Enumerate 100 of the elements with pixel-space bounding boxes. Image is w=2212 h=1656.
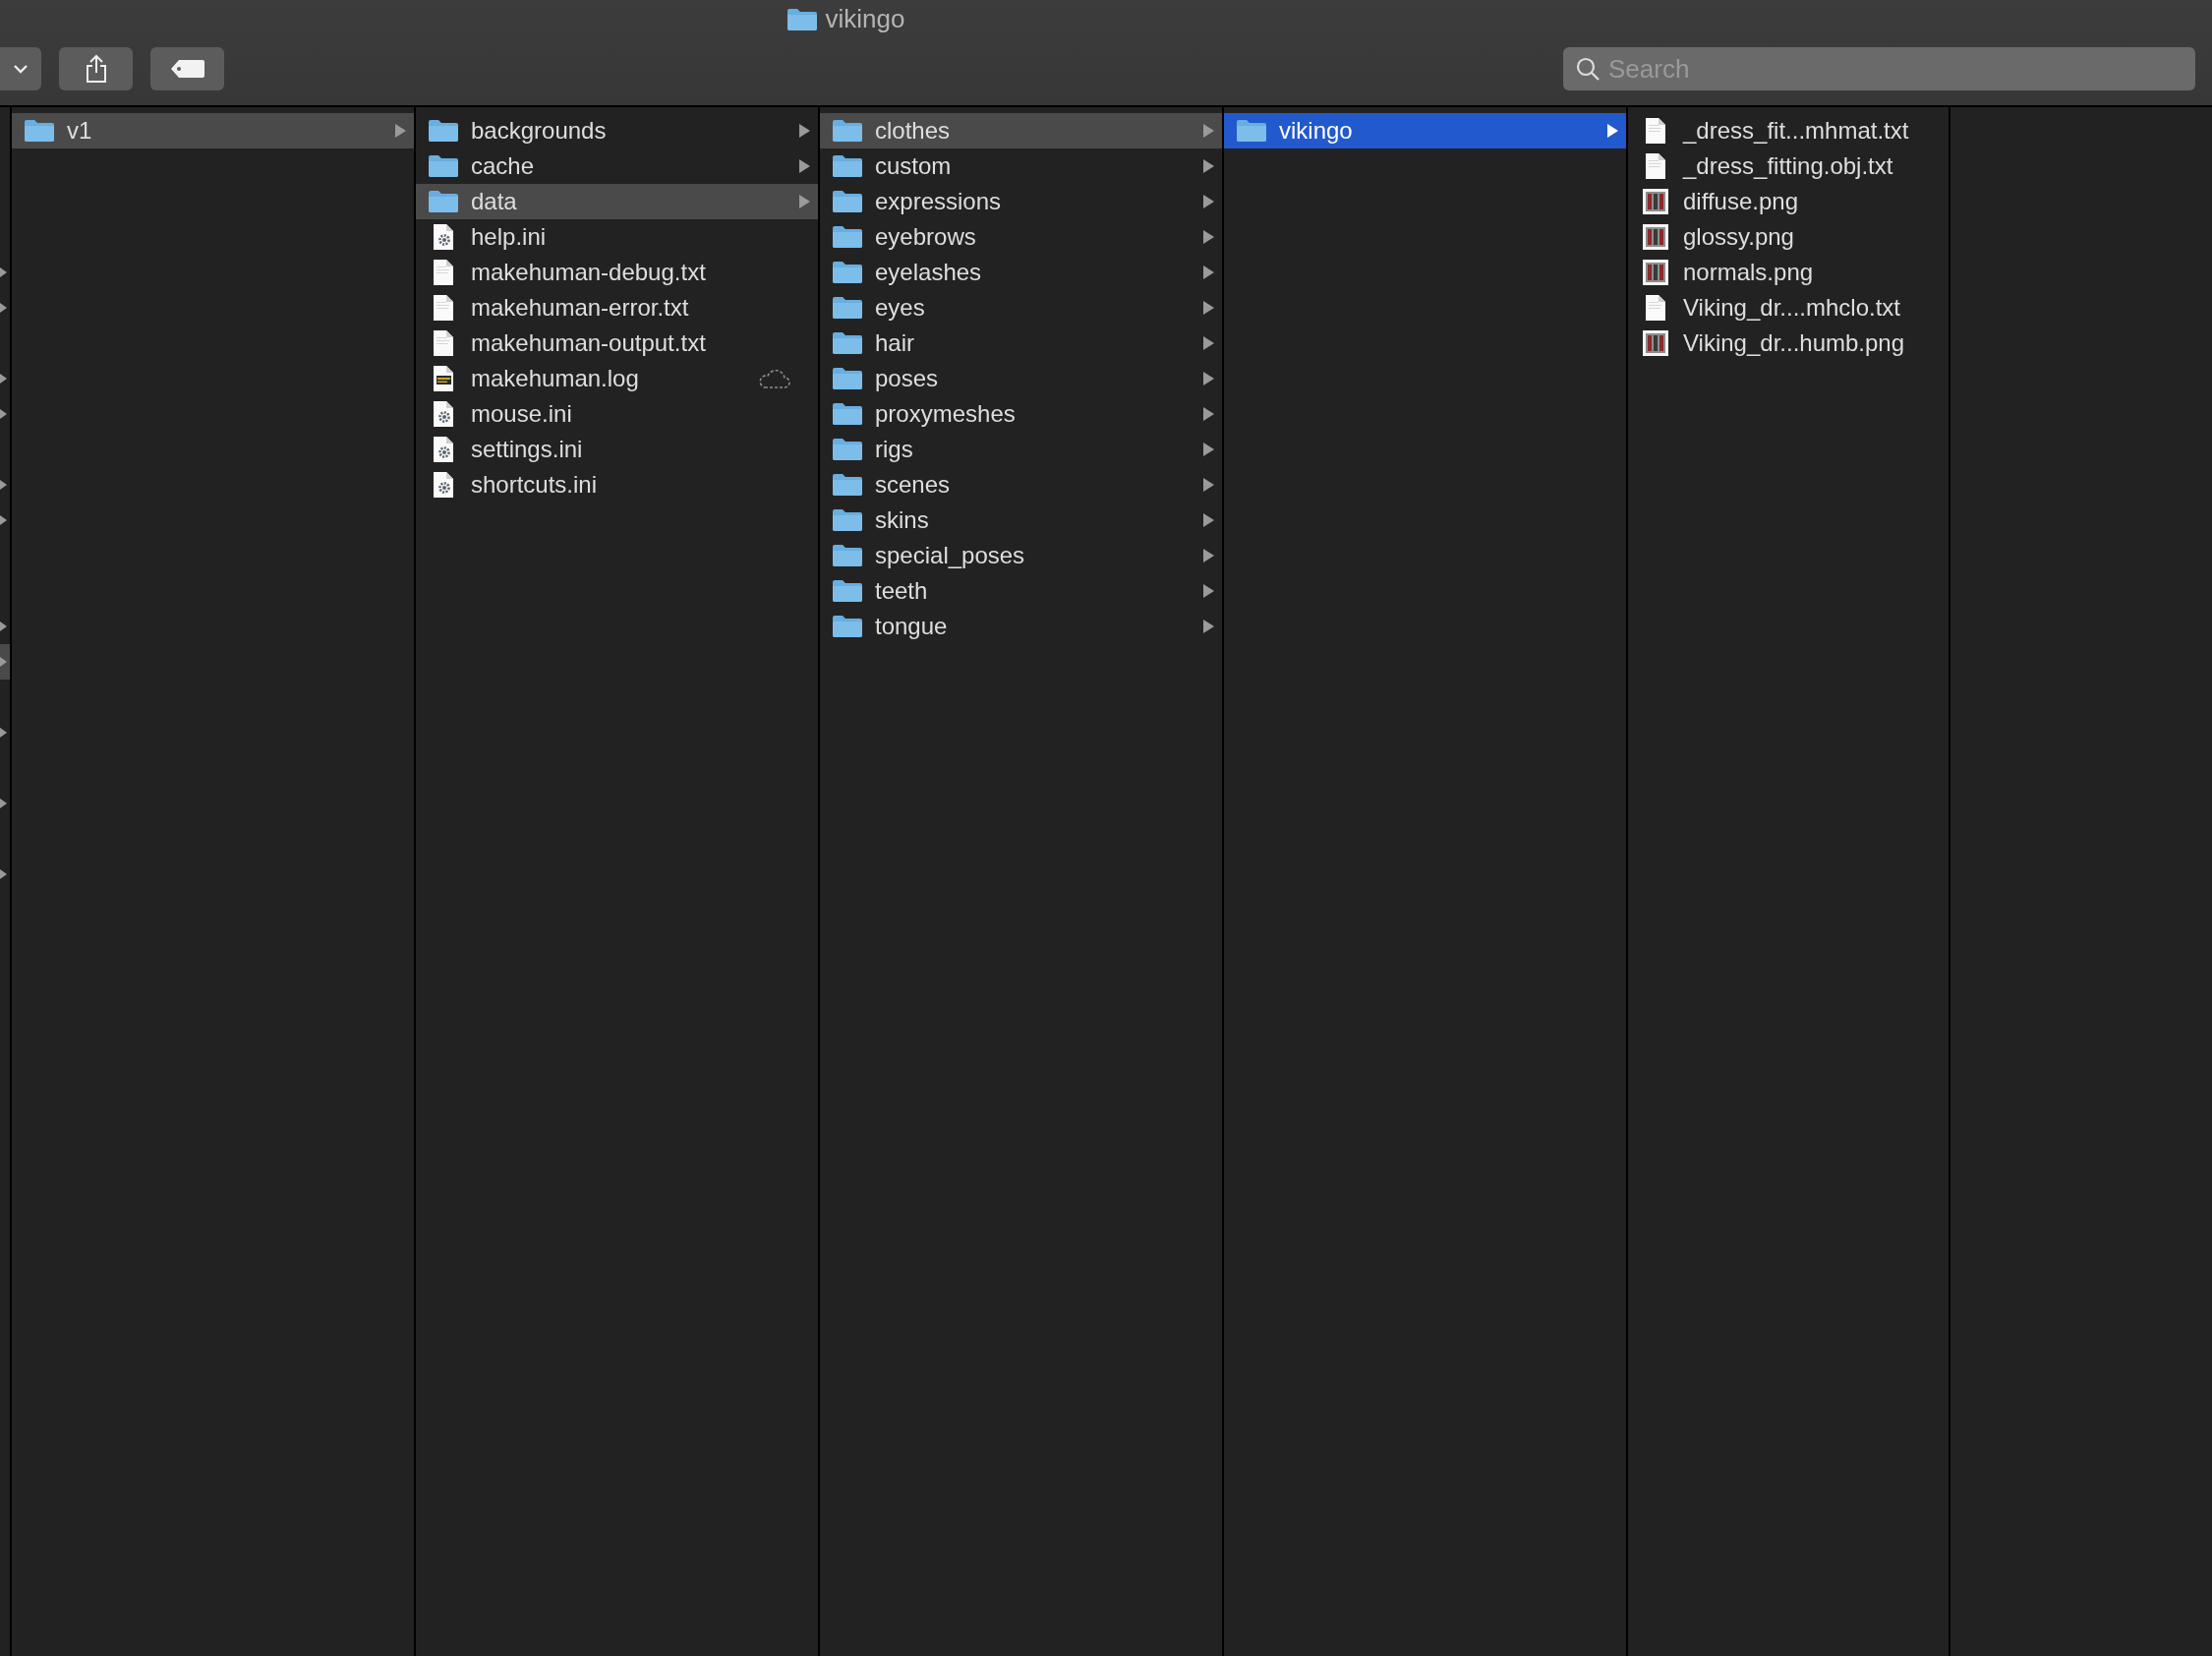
folder-icon <box>428 154 459 178</box>
image-thumbnail-icon <box>1642 329 1669 357</box>
folder-icon <box>832 367 863 390</box>
image-thumbnail-icon <box>1642 259 1669 286</box>
file-item[interactable]: mouse.ini <box>416 396 818 432</box>
folder-icon <box>832 579 863 603</box>
expand-arrow-icon <box>1202 158 1214 174</box>
folder-item[interactable]: eyes <box>820 290 1222 325</box>
tags-button[interactable] <box>150 47 224 90</box>
window-title: vikingo <box>825 4 905 34</box>
text-file-icon <box>433 294 454 322</box>
settings-file-icon <box>433 436 454 463</box>
text-file-icon <box>1645 294 1666 322</box>
folder-item[interactable]: hair <box>820 325 1222 361</box>
folder-item[interactable]: tongue <box>820 609 1222 644</box>
folder-icon <box>786 7 818 31</box>
expand-arrow-icon <box>1202 123 1214 139</box>
expand-arrow-icon <box>1202 477 1214 493</box>
folder-icon <box>428 190 459 213</box>
file-item[interactable]: help.ini <box>416 219 818 255</box>
expand-arrow-icon <box>1202 265 1214 280</box>
folder-icon <box>832 473 863 497</box>
share-icon <box>85 54 107 84</box>
folder-icon <box>832 508 863 532</box>
expand-arrow-icon <box>1202 583 1214 599</box>
expand-arrow-icon <box>1202 406 1214 422</box>
expand-arrow-icon <box>0 868 7 880</box>
list-row[interactable] <box>0 644 10 680</box>
folder-item[interactable]: vikingo <box>1224 113 1626 148</box>
search-icon <box>1575 56 1601 82</box>
folder-item[interactable]: data <box>416 184 818 219</box>
file-item[interactable]: normals.png <box>1628 255 1949 290</box>
expand-arrow-icon <box>1202 335 1214 351</box>
file-item[interactable]: glossy.png <box>1628 219 1949 255</box>
file-item[interactable]: makehuman.log <box>416 361 818 396</box>
expand-arrow-icon <box>0 727 7 739</box>
folder-icon <box>832 154 863 178</box>
text-file-icon <box>1645 152 1666 180</box>
folder-icon <box>832 331 863 355</box>
folder-icon <box>832 190 863 213</box>
share-button[interactable] <box>59 47 133 90</box>
settings-file-icon <box>433 471 454 499</box>
file-item[interactable]: shortcuts.ini <box>416 467 818 503</box>
folder-item[interactable]: expressions <box>820 184 1222 219</box>
tag-icon <box>169 59 205 79</box>
folder-item[interactable]: custom <box>820 148 1222 184</box>
text-file-icon <box>433 329 454 357</box>
file-item[interactable]: _dress_fit...mhmat.txt <box>1628 113 1949 148</box>
folder-item[interactable]: poses <box>820 361 1222 396</box>
folder-icon <box>832 225 863 249</box>
text-file-icon <box>1645 117 1666 145</box>
settings-file-icon <box>433 223 454 251</box>
file-item[interactable]: makehuman-error.txt <box>416 290 818 325</box>
expand-arrow-icon <box>0 266 7 278</box>
log-file-icon <box>433 365 454 392</box>
expand-arrow-icon <box>1202 229 1214 245</box>
folder-item[interactable]: eyebrows <box>820 219 1222 255</box>
folder-icon <box>832 402 863 426</box>
expand-arrow-icon <box>0 408 7 420</box>
file-item[interactable]: Viking_dr...humb.png <box>1628 325 1949 361</box>
folder-item[interactable]: v1 <box>12 113 414 148</box>
folder-item[interactable]: clothes <box>820 113 1222 148</box>
folder-icon <box>24 119 55 143</box>
expand-arrow-icon <box>394 123 406 139</box>
file-item[interactable]: makehuman-output.txt <box>416 325 818 361</box>
folder-item[interactable]: cache <box>416 148 818 184</box>
folder-item[interactable]: teeth <box>820 573 1222 609</box>
expand-arrow-icon <box>798 158 810 174</box>
folder-item[interactable]: special_poses <box>820 538 1222 573</box>
folder-item[interactable]: backgrounds <box>416 113 818 148</box>
file-item[interactable]: settings.ini <box>416 432 818 467</box>
expand-arrow-icon <box>1202 548 1214 563</box>
folder-icon <box>1236 119 1267 143</box>
expand-arrow-icon <box>1606 123 1618 139</box>
folder-item[interactable]: rigs <box>820 432 1222 467</box>
text-file-icon <box>433 259 454 286</box>
folder-item[interactable]: proxymeshes <box>820 396 1222 432</box>
file-item[interactable]: makehuman-debug.txt <box>416 255 818 290</box>
caret-icon <box>12 63 29 75</box>
expand-arrow-icon <box>0 373 7 384</box>
expand-arrow-icon <box>0 798 7 809</box>
folder-icon <box>832 544 863 567</box>
folder-icon <box>832 615 863 638</box>
file-item[interactable]: _dress_fitting.obj.txt <box>1628 148 1949 184</box>
folder-item[interactable]: scenes <box>820 467 1222 503</box>
expand-arrow-icon <box>1202 300 1214 316</box>
file-item[interactable]: diffuse.png <box>1628 184 1949 219</box>
expand-arrow-icon <box>1202 371 1214 386</box>
folder-item[interactable]: eyelashes <box>820 255 1222 290</box>
expand-arrow-icon <box>1202 512 1214 528</box>
image-thumbnail-icon <box>1642 223 1669 251</box>
expand-arrow-icon <box>798 194 810 209</box>
expand-arrow-icon <box>1202 442 1214 457</box>
file-item[interactable]: Viking_dr....mhclo.txt <box>1628 290 1949 325</box>
folder-icon <box>832 296 863 320</box>
folder-icon <box>832 261 863 284</box>
folder-item[interactable]: skins <box>820 503 1222 538</box>
folder-icon <box>832 438 863 461</box>
folder-icon <box>428 119 459 143</box>
expand-arrow-icon <box>1202 619 1214 634</box>
